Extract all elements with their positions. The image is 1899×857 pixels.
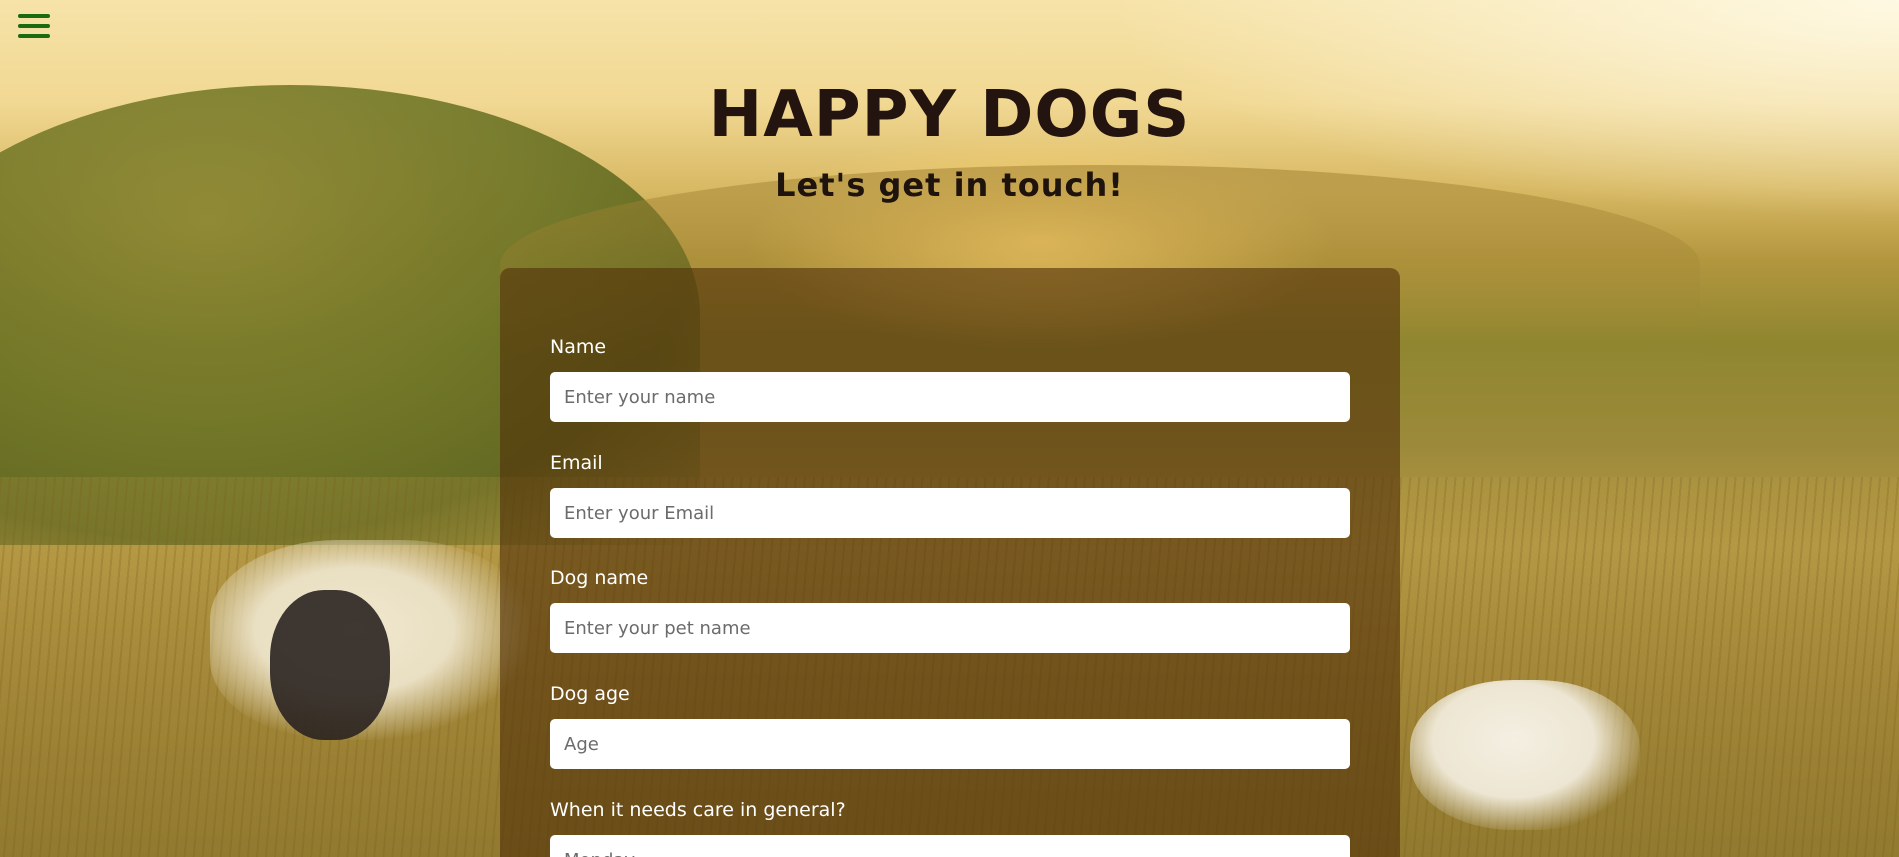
menu-bar bbox=[18, 34, 50, 38]
care-schedule-input[interactable] bbox=[550, 835, 1350, 857]
contact-form: Name Email Dog name Dog age When it need… bbox=[500, 268, 1400, 857]
dog-age-input[interactable] bbox=[550, 719, 1350, 769]
email-label: Email bbox=[550, 452, 603, 474]
page-subtitle: Let's get in touch! bbox=[775, 166, 1124, 204]
name-input[interactable] bbox=[550, 372, 1350, 422]
background-dog-right bbox=[1410, 680, 1640, 830]
background-dog-left-patch bbox=[270, 590, 390, 740]
care-schedule-label: When it needs care in general? bbox=[550, 799, 846, 821]
page: HAPPY DOGS Let's get in touch! Name Emai… bbox=[0, 0, 1899, 857]
dog-age-label: Dog age bbox=[550, 683, 630, 705]
hamburger-menu-icon[interactable] bbox=[18, 14, 50, 42]
dog-name-label: Dog name bbox=[550, 567, 649, 589]
email-input[interactable] bbox=[550, 488, 1350, 538]
dog-name-input[interactable] bbox=[550, 603, 1350, 653]
menu-bar bbox=[18, 14, 50, 18]
name-label: Name bbox=[550, 336, 607, 358]
menu-bar bbox=[18, 24, 50, 28]
page-title: HAPPY DOGS bbox=[708, 78, 1191, 152]
